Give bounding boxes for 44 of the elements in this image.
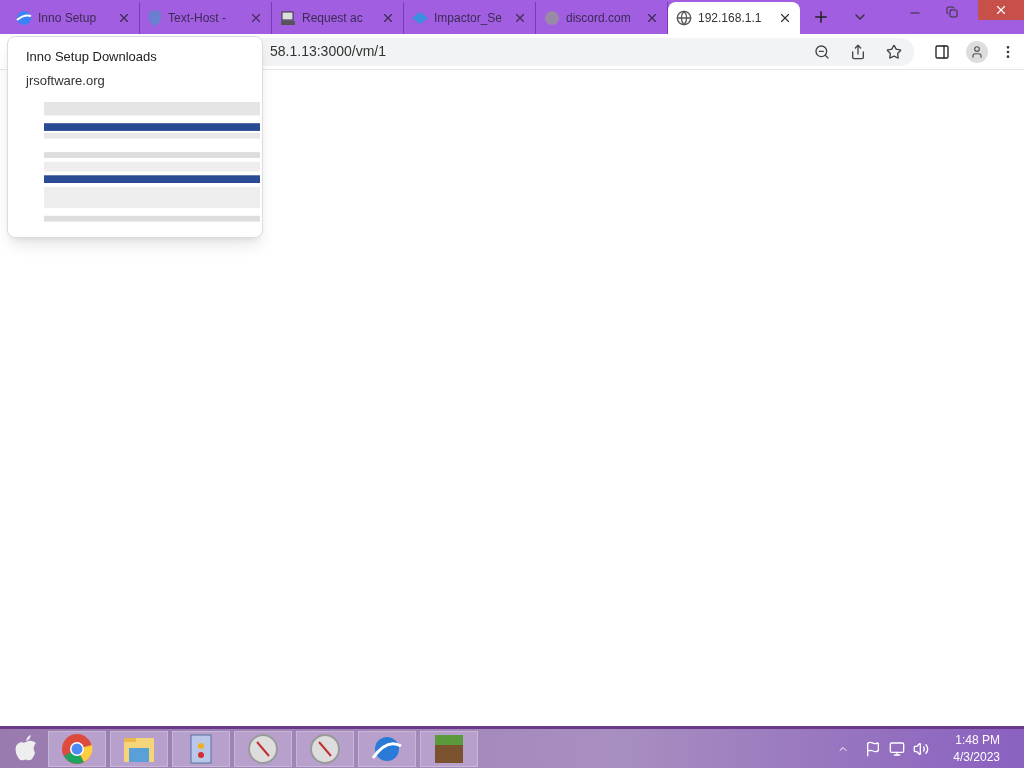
clock-icon[interactable] (310, 733, 340, 764)
close-icon[interactable] (778, 11, 792, 25)
grass-block-icon[interactable] (434, 733, 464, 764)
taskbar-app[interactable] (48, 730, 106, 767)
card-domain: jrsoftware.org (24, 71, 106, 90)
globe-icon (16, 10, 32, 26)
taskbar-app[interactable] (358, 730, 416, 767)
taskbar-app[interactable] (420, 730, 478, 767)
tab-title: Request ac (302, 10, 364, 27)
shield-icon (148, 10, 162, 26)
taskbar-app[interactable] (172, 730, 230, 767)
globe-icon (676, 10, 692, 26)
flag-icon[interactable] (865, 740, 882, 757)
close-button[interactable] (978, 0, 1024, 20)
network-icon[interactable] (889, 740, 906, 757)
notebook-icon[interactable] (190, 733, 212, 764)
zoom-icon[interactable] (814, 43, 830, 60)
clock-time: 1:48 PM (955, 731, 1000, 749)
computer-icon (280, 10, 296, 26)
bookmark-star-icon[interactable] (886, 43, 902, 60)
clock-date: 4/3/2023 (953, 748, 1000, 766)
share-icon[interactable] (850, 43, 866, 60)
taskbar-app[interactable] (234, 730, 292, 767)
tab-title: Inno Setup (38, 10, 98, 27)
close-icon (994, 3, 1008, 17)
speaker-icon[interactable] (913, 740, 930, 757)
clock-icon[interactable] (248, 733, 278, 764)
profile-avatar[interactable] (966, 40, 988, 63)
url-text: 58.1.13:3000/vm/1 (270, 42, 387, 61)
person-icon (970, 44, 984, 59)
chrome-icon[interactable] (61, 732, 93, 765)
tab-title: Text-Host - (168, 10, 227, 27)
new-tab-icon[interactable] (812, 8, 830, 26)
arrow-icon (412, 12, 428, 24)
site-icon (544, 10, 560, 26)
taskbar-app[interactable] (110, 730, 168, 767)
browser-tab[interactable]: 192.168.1.1 (668, 2, 800, 34)
side-panel-icon[interactable] (934, 43, 950, 60)
tab-title: Impactor_Se (434, 10, 504, 27)
tab-title: 192.168.1.1 (698, 10, 763, 27)
taskbar-app[interactable] (296, 730, 354, 767)
tab-title: discord.com (566, 10, 632, 27)
restore-icon[interactable] (946, 6, 958, 18)
card-title: Inno Setup Downloads (25, 48, 158, 66)
